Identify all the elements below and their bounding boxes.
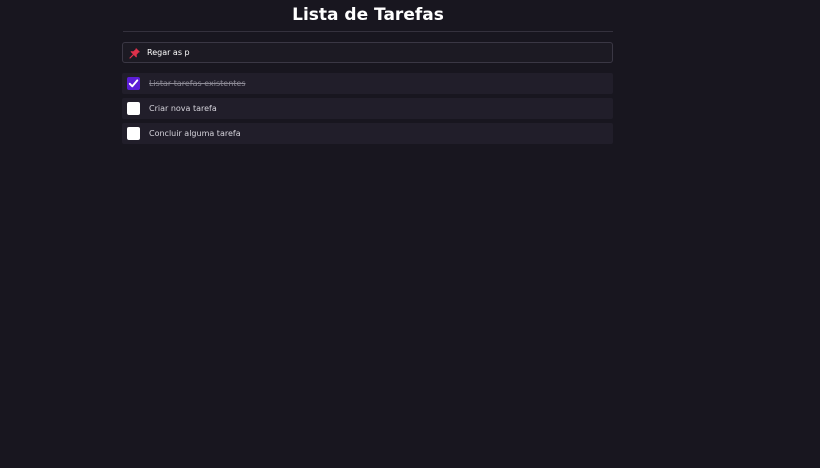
checkmark-icon [128, 79, 139, 88]
task-item[interactable]: Listar tarefas existentes [122, 73, 613, 94]
task-label: Criar nova tarefa [149, 104, 217, 113]
task-item[interactable]: Criar nova tarefa [122, 98, 613, 119]
title-divider [123, 31, 613, 32]
pushpin-icon [129, 48, 140, 59]
todo-app: Lista de Tarefas Listar tarefas existent… [0, 0, 820, 468]
task-label: Listar tarefas existentes [149, 79, 246, 88]
task-list: Listar tarefas existentes Criar nova tar… [122, 73, 613, 148]
new-task-input[interactable] [147, 43, 597, 62]
task-item[interactable]: Concluir alguma tarefa [122, 123, 613, 144]
task-label: Concluir alguma tarefa [149, 129, 241, 138]
new-task-field[interactable] [122, 42, 613, 63]
page-title: Lista de Tarefas [292, 5, 444, 25]
task-checkbox[interactable] [127, 102, 140, 115]
task-checkbox[interactable] [127, 77, 140, 90]
task-checkbox[interactable] [127, 127, 140, 140]
